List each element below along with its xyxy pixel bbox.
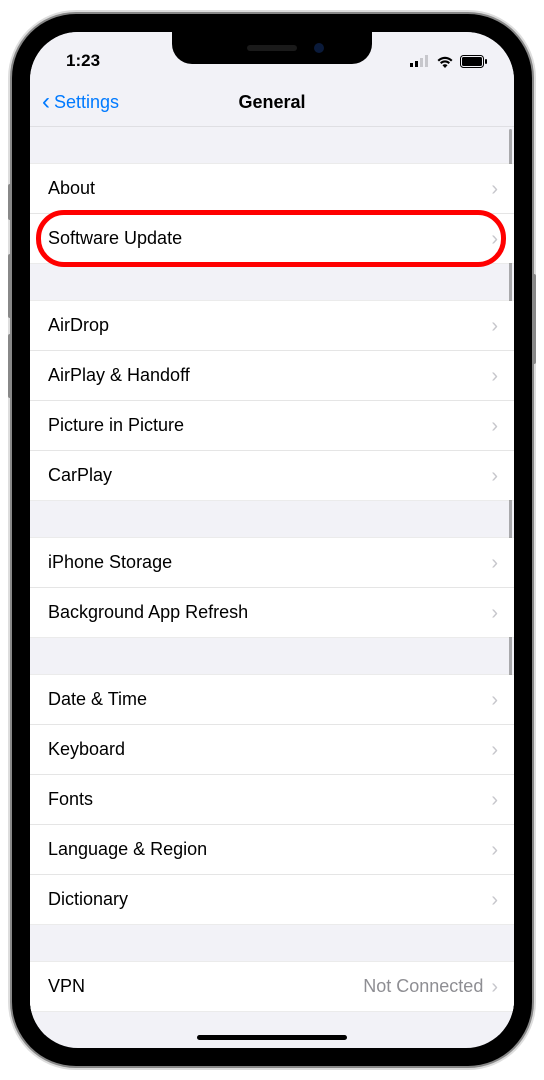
row-label: Date & Time xyxy=(48,689,491,710)
settings-group: About › Software Update › xyxy=(30,163,514,264)
notch xyxy=(172,32,372,64)
speaker xyxy=(247,45,297,51)
chevron-right-icon: › xyxy=(491,977,498,997)
chevron-right-icon: › xyxy=(491,179,498,199)
front-camera xyxy=(314,43,324,53)
page-title: General xyxy=(238,92,305,113)
row-iphone-storage[interactable]: iPhone Storage › xyxy=(30,538,514,588)
power-button xyxy=(532,274,536,364)
row-dictionary[interactable]: Dictionary › xyxy=(30,875,514,924)
chevron-right-icon: › xyxy=(491,890,498,910)
row-value: Not Connected xyxy=(363,976,483,997)
phone-frame: 1:23 xyxy=(12,14,532,1066)
cellular-signal-icon xyxy=(410,55,430,67)
row-language-region[interactable]: Language & Region › xyxy=(30,825,514,875)
settings-group: Date & Time › Keyboard › Fonts › Languag… xyxy=(30,674,514,925)
row-label: CarPlay xyxy=(48,465,491,486)
screen: 1:23 xyxy=(30,32,514,1048)
row-label: Fonts xyxy=(48,789,491,810)
row-label: AirPlay & Handoff xyxy=(48,365,491,386)
row-date-time[interactable]: Date & Time › xyxy=(30,675,514,725)
row-airdrop[interactable]: AirDrop › xyxy=(30,301,514,351)
chevron-right-icon: › xyxy=(491,790,498,810)
row-picture-in-picture[interactable]: Picture in Picture › xyxy=(30,401,514,451)
chevron-right-icon: › xyxy=(491,840,498,860)
content-scroll[interactable]: About › Software Update › AirDrop › AirP… xyxy=(30,127,514,1035)
home-indicator[interactable] xyxy=(197,1035,347,1040)
settings-group: AirDrop › AirPlay & Handoff › Picture in… xyxy=(30,300,514,501)
wifi-icon xyxy=(436,55,454,68)
row-label: Language & Region xyxy=(48,839,491,860)
row-label: About xyxy=(48,178,491,199)
nav-bar: ‹ Settings General xyxy=(30,80,514,127)
chevron-right-icon: › xyxy=(491,740,498,760)
row-carplay[interactable]: CarPlay › xyxy=(30,451,514,500)
chevron-right-icon: › xyxy=(491,366,498,386)
chevron-right-icon: › xyxy=(491,603,498,623)
volume-down-button xyxy=(8,334,12,398)
row-background-app-refresh[interactable]: Background App Refresh › xyxy=(30,588,514,637)
row-airplay-handoff[interactable]: AirPlay & Handoff › xyxy=(30,351,514,401)
battery-icon xyxy=(460,55,488,68)
back-button[interactable]: ‹ Settings xyxy=(42,90,119,114)
row-label: VPN xyxy=(48,976,363,997)
volume-up-button xyxy=(8,254,12,318)
chevron-right-icon: › xyxy=(491,553,498,573)
chevron-right-icon: › xyxy=(491,466,498,486)
row-software-update[interactable]: Software Update › xyxy=(30,214,514,263)
row-label: iPhone Storage xyxy=(48,552,491,573)
chevron-right-icon: › xyxy=(491,229,498,249)
row-about[interactable]: About › xyxy=(30,164,514,214)
chevron-left-icon: ‹ xyxy=(42,90,50,114)
row-label: Software Update xyxy=(48,228,491,249)
row-label: Picture in Picture xyxy=(48,415,491,436)
status-icons xyxy=(410,55,488,68)
row-vpn[interactable]: VPN Not Connected › xyxy=(30,962,514,1011)
row-keyboard[interactable]: Keyboard › xyxy=(30,725,514,775)
chevron-right-icon: › xyxy=(491,416,498,436)
settings-group: VPN Not Connected › xyxy=(30,961,514,1012)
row-label: AirDrop xyxy=(48,315,491,336)
back-label: Settings xyxy=(54,92,119,113)
row-label: Dictionary xyxy=(48,889,491,910)
chevron-right-icon: › xyxy=(491,316,498,336)
row-label: Keyboard xyxy=(48,739,491,760)
row-fonts[interactable]: Fonts › xyxy=(30,775,514,825)
chevron-right-icon: › xyxy=(491,690,498,710)
mute-switch xyxy=(8,184,12,220)
row-label: Background App Refresh xyxy=(48,602,491,623)
status-time: 1:23 xyxy=(66,51,100,71)
settings-group: iPhone Storage › Background App Refresh … xyxy=(30,537,514,638)
